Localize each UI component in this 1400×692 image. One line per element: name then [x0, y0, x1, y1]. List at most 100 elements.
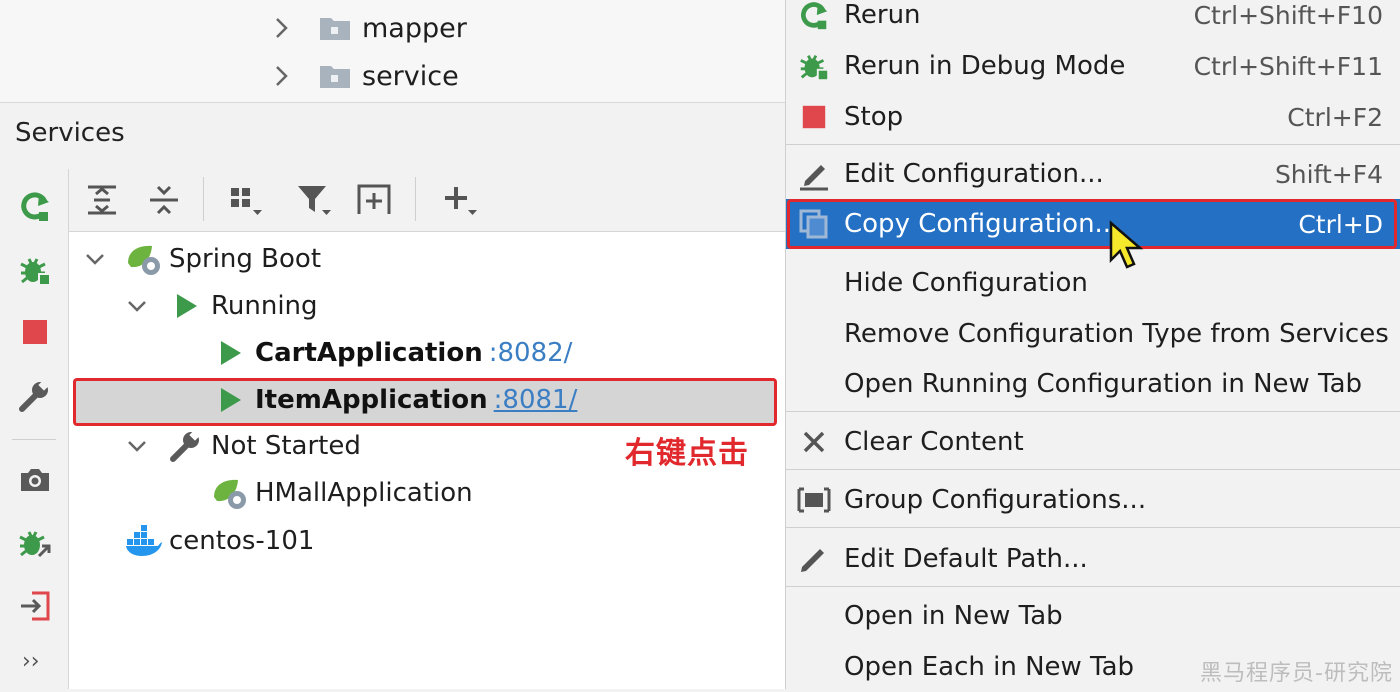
context-menu: Rerun Ctrl+Shift+F10 Rerun in Debug Mode…: [785, 0, 1400, 689]
watermark: 黑马程序员-研究院: [1200, 661, 1393, 686]
filter-button[interactable]: [291, 177, 337, 223]
menu-shortcut: Ctrl+F2: [1287, 102, 1383, 132]
project-item-label: mapper: [362, 12, 467, 44]
port-link[interactable]: :8081/: [494, 385, 578, 415]
stop-icon: [794, 97, 834, 137]
wrench-icon: [18, 379, 52, 413]
menu-item-edit-configuration[interactable]: Edit Configuration... Shift+F4: [786, 149, 1400, 199]
expand-all-icon: [85, 183, 119, 217]
menu-label: Rerun in Debug Mode: [844, 51, 1126, 81]
menu-item-open-running-configuration[interactable]: Open Running Configuration in New Tab: [786, 359, 1400, 409]
tree-label: centos-101: [169, 526, 315, 556]
spring-boot-icon: [125, 240, 163, 278]
tree-node-spring-boot[interactable]: Spring Boot: [83, 237, 321, 281]
group-icon: [794, 480, 834, 520]
chevron-right-icon[interactable]: [270, 61, 294, 91]
project-item-service[interactable]: service: [270, 54, 459, 98]
project-item-label: service: [362, 60, 459, 92]
running-icon: [211, 334, 249, 372]
panel-title: Services: [15, 118, 125, 148]
project-item-mapper[interactable]: mapper: [270, 6, 467, 50]
menu-label: Stop: [844, 102, 904, 132]
new-tab-icon: [355, 182, 393, 218]
tree-node-hmall-application[interactable]: HMallApplication: [211, 471, 473, 515]
menu-item-rerun[interactable]: Rerun Ctrl+Shift+F10: [786, 0, 1400, 40]
folder-icon: [318, 61, 352, 91]
tree-label: Spring Boot: [169, 244, 322, 274]
settings-button[interactable]: [14, 375, 56, 417]
menu-label: Rerun: [844, 0, 921, 30]
close-icon: [794, 422, 834, 462]
project-tree: mapper service: [0, 0, 785, 103]
services-top-toolbar: [69, 169, 785, 232]
folder-icon: [318, 13, 352, 43]
pencil-icon: [794, 539, 834, 579]
tree-label: HMallApplication: [255, 478, 473, 508]
mouse-cursor-icon: [1108, 220, 1148, 272]
menu-label: Hide Configuration: [844, 268, 1088, 298]
menu-shortcut: Ctrl+Shift+F11: [1193, 51, 1383, 81]
import-button[interactable]: [14, 585, 56, 627]
wrench-icon: [167, 427, 205, 465]
chevron-right-icon[interactable]: [270, 13, 294, 43]
docker-icon: [125, 522, 163, 560]
collapse-all-icon: [147, 183, 181, 217]
rerun-icon: [794, 0, 834, 35]
menu-item-stop[interactable]: Stop Ctrl+F2: [786, 92, 1400, 142]
services-tree: Spring Boot Running CartApplication :808…: [69, 232, 785, 689]
menu-shortcut: Shift+F4: [1274, 159, 1383, 189]
tree-label: Not Started: [211, 431, 361, 461]
spring-boot-icon: [211, 474, 249, 512]
import-icon: [18, 589, 52, 623]
annotation-label: 右键点击: [625, 436, 749, 471]
rerun-icon: [17, 188, 53, 224]
filter-icon: [295, 182, 333, 218]
menu-label: Open in New Tab: [844, 601, 1063, 631]
tree-node-cart-application[interactable]: CartApplication :8082/: [211, 331, 572, 375]
highlight-outline: [787, 199, 1397, 249]
menu-label: Group Configurations...: [844, 485, 1147, 515]
attach-debugger-button[interactable]: [14, 523, 56, 565]
running-icon: [211, 381, 249, 419]
menu-label: Edit Configuration...: [844, 159, 1104, 189]
port-link[interactable]: :8082/: [489, 338, 573, 368]
menu-label: Open Running Configuration in New Tab: [844, 369, 1363, 399]
debug-icon: [17, 252, 53, 288]
more-actions-button[interactable]: ››: [22, 649, 40, 674]
expand-all-button[interactable]: [79, 177, 125, 223]
menu-label: Clear Content: [844, 427, 1024, 457]
add-icon: [441, 182, 479, 218]
menu-item-edit-default-path[interactable]: Edit Default Path...: [786, 534, 1400, 584]
chevron-down-icon[interactable]: [125, 434, 149, 458]
debug-attach-icon: [17, 526, 53, 562]
menu-item-remove-configuration-type[interactable]: Remove Configuration Type from Services: [786, 309, 1400, 359]
rerun-button[interactable]: [14, 185, 56, 227]
stop-icon: [20, 317, 50, 347]
tree-node-item-application[interactable]: ItemApplication :8081/: [211, 378, 577, 422]
camera-icon: [18, 465, 52, 495]
services-header: Services: [0, 103, 785, 169]
menu-item-clear-content[interactable]: Clear Content: [786, 417, 1400, 467]
open-in-new-tab-button[interactable]: [351, 177, 397, 223]
app-name: ItemApplication: [255, 385, 488, 415]
chevron-down-icon[interactable]: [125, 294, 149, 318]
edit-icon: [794, 154, 834, 194]
app-name: CartApplication: [255, 338, 483, 368]
tree-node-docker-centos[interactable]: centos-101: [125, 519, 314, 563]
collapse-all-button[interactable]: [141, 177, 187, 223]
menu-label: Edit Default Path...: [844, 544, 1088, 574]
debug-icon: [794, 46, 834, 86]
services-left-toolbar: ››: [0, 169, 69, 689]
add-service-button[interactable]: [437, 177, 483, 223]
dump-threads-button[interactable]: [14, 459, 56, 501]
menu-item-hide-configuration[interactable]: Hide Configuration: [786, 258, 1400, 308]
group-by-button[interactable]: [223, 177, 269, 223]
menu-item-open-in-new-tab[interactable]: Open in New Tab: [786, 591, 1400, 641]
tree-node-running[interactable]: Running: [125, 284, 318, 328]
tree-node-not-started[interactable]: Not Started: [125, 424, 361, 468]
stop-button[interactable]: [14, 311, 56, 353]
chevron-down-icon[interactable]: [83, 247, 107, 271]
menu-item-rerun-debug[interactable]: Rerun in Debug Mode Ctrl+Shift+F11: [786, 41, 1400, 91]
menu-item-group-configurations[interactable]: Group Configurations...: [786, 475, 1400, 525]
debug-button[interactable]: [14, 249, 56, 291]
